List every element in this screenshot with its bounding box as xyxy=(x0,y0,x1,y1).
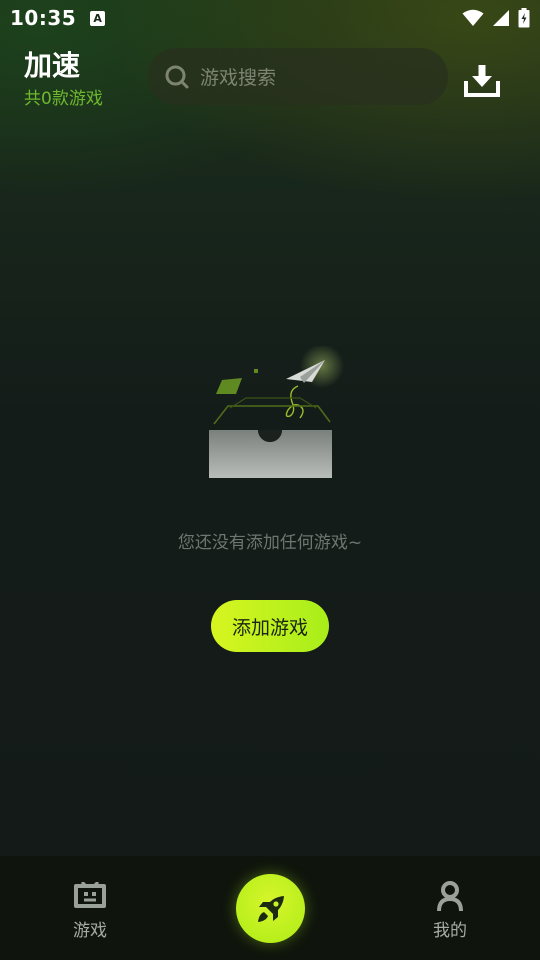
status-time: 10:35 xyxy=(10,6,77,30)
download-icon xyxy=(464,65,500,97)
rocket-icon xyxy=(257,895,284,922)
page-title: 加速 xyxy=(24,49,81,82)
nav-label-games: 游戏 xyxy=(73,921,107,941)
nav-item-mine[interactable]: 我的 xyxy=(390,856,510,960)
battery-charging-icon xyxy=(518,8,530,28)
wifi-icon xyxy=(462,9,484,26)
gamepad-icon xyxy=(72,878,108,914)
add-game-button[interactable]: 添加游戏 xyxy=(211,600,329,652)
signal-icon xyxy=(493,10,509,26)
download-button[interactable] xyxy=(460,58,504,102)
nav-label-mine: 我的 xyxy=(433,921,467,941)
game-count: 共0款游戏 xyxy=(24,89,103,109)
nav-item-boost[interactable] xyxy=(236,874,305,943)
a-icon: A xyxy=(90,10,106,26)
nav-item-games[interactable]: 游戏 xyxy=(30,856,150,960)
status-icons xyxy=(462,8,530,28)
empty-box-paper-plane-illustration xyxy=(209,346,344,478)
empty-state-message: 您还没有添加任何游戏~ xyxy=(177,533,363,553)
search-icon xyxy=(165,65,189,88)
bottom-nav: 游戏 我的 xyxy=(0,856,540,960)
user-icon xyxy=(432,878,468,914)
search-input[interactable]: 游戏搜索 xyxy=(148,48,448,105)
search-placeholder: 游戏搜索 xyxy=(200,67,277,89)
status-bar: 10:35 A xyxy=(0,0,540,36)
